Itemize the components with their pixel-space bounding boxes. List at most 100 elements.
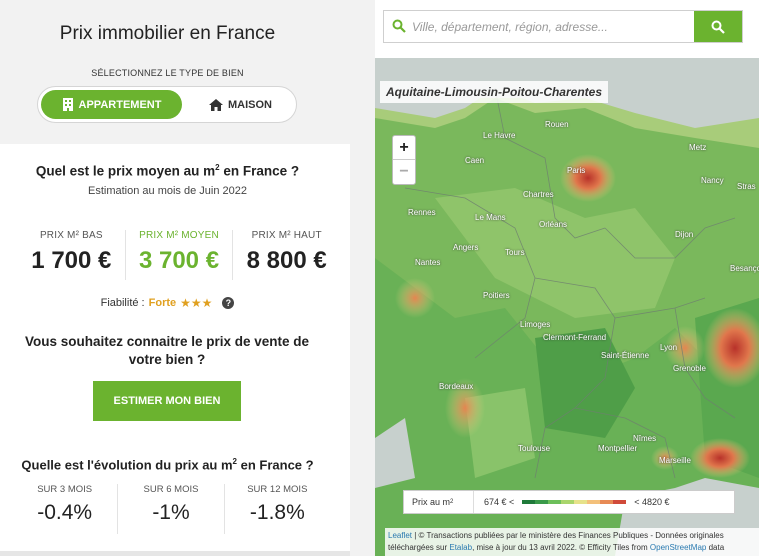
price-high-label: PRIX M² HAUT: [251, 230, 322, 241]
city-label: Metz: [689, 143, 707, 152]
city-label: Orléans: [539, 220, 568, 229]
toggle-appartement[interactable]: APPARTEMENT: [41, 90, 182, 119]
city-label: Nîmes: [633, 434, 657, 443]
price-low-value: 1 700 €: [31, 247, 112, 274]
search-bar: [383, 10, 743, 43]
city-label: Grenoble: [673, 364, 706, 373]
map-heatmap: [375, 58, 759, 556]
price-mid-label: PRIX M² MOYEN: [139, 230, 219, 241]
attribution-text-2: , mise à jour du 13 avril 2022. © Effici…: [472, 543, 650, 552]
evolution-12m: SUR 12 MOIS -1.8%: [223, 484, 330, 534]
price-map[interactable]: Le Havre Rouen Caen Paris Metz Nancy Str…: [375, 58, 759, 556]
city-label: Poitiers: [483, 291, 510, 300]
legend-min: 674 € <: [484, 497, 515, 507]
city-label: Le Mans: [475, 213, 506, 222]
city-label: Limoges: [520, 320, 551, 329]
evolution-12m-value: -1.8%: [249, 501, 305, 524]
evolution-12m-label: SUR 12 MOIS: [247, 484, 308, 495]
evolution-6m: SUR 6 MOIS -1%: [117, 484, 223, 534]
zoom-control: + −: [392, 135, 416, 185]
city-label: Chartres: [523, 190, 554, 199]
price-low: PRIX M² BAS 1 700 €: [18, 230, 125, 280]
house-icon: [209, 98, 223, 111]
star-icons: ★★★: [180, 296, 213, 310]
legend-swatch: [522, 500, 536, 504]
reliability: Fiabilité : Forte ★★★ ?: [0, 296, 335, 310]
question-end: en France ?: [219, 163, 300, 179]
region-label: Aquitaine-Limousin-Poitou-Charentes: [380, 81, 608, 103]
legend-title: Prix au m2: [404, 491, 474, 513]
toggle-maison-label: MAISON: [228, 98, 272, 111]
evolution-6m-label: SUR 6 MOIS: [143, 484, 199, 495]
price-high-value: 8 800 €: [246, 247, 327, 274]
evolution-question-end: en France ?: [237, 457, 314, 473]
evolution-question-text: Quelle est l'évolution du prix au m: [21, 457, 233, 473]
price-mid-value: 3 700 €: [138, 247, 220, 274]
help-icon[interactable]: ?: [222, 297, 235, 309]
map-legend: Prix au m2 674 € < < 4820 €: [403, 490, 735, 514]
price-stats: PRIX M² BAS 1 700 € PRIX M² MOYEN 3 700 …: [18, 230, 340, 280]
city-label: Stras: [737, 182, 756, 191]
city-label: Lyon: [660, 343, 678, 352]
legend-title-text: Prix au m: [412, 497, 451, 507]
left-panel: Prix immobilier en France SÉLECTIONNEZ L…: [0, 0, 350, 556]
average-price-question: Quel est le prix moyen au m2 en France ?: [0, 163, 335, 179]
building-icon: [62, 98, 73, 111]
city-label: Nancy: [701, 176, 724, 185]
legend-swatch: [600, 500, 614, 504]
search-button[interactable]: [694, 11, 742, 42]
city-label: Rennes: [408, 208, 436, 217]
toggle-maison[interactable]: MAISON: [188, 90, 293, 119]
legend-swatch: [561, 500, 575, 504]
attribution-text-3: data: [706, 543, 725, 552]
city-label: Le Havre: [483, 131, 516, 140]
legend-title-sup: 2: [450, 499, 454, 505]
city-label: Saint-Étienne: [601, 351, 650, 360]
city-label: Clermont-Ferrand: [543, 333, 607, 342]
legend-swatch: [535, 500, 549, 504]
city-label: Tours: [505, 248, 525, 257]
evolution-3m-value: -0.4%: [37, 501, 93, 524]
estimate-date: Estimation au mois de Juin 2022: [88, 185, 247, 197]
zoom-out-button[interactable]: −: [393, 160, 415, 184]
evolution-6m-value: -1%: [152, 501, 190, 524]
price-high: PRIX M² HAUT 8 800 €: [232, 230, 340, 280]
leaflet-link[interactable]: Leaflet: [388, 531, 412, 540]
city-label: Montpellier: [598, 444, 638, 453]
type-label: SÉLECTIONNEZ LE TYPE DE BIEN: [91, 68, 244, 78]
search-input[interactable]: [412, 11, 692, 42]
evolution-3m-label: SUR 3 MOIS: [37, 484, 93, 495]
legend-swatch: [613, 500, 627, 504]
city-label: Nantes: [415, 258, 441, 267]
evolution-question: Quelle est l'évolution du prix au m2 en …: [0, 457, 335, 472]
reliability-value: Forte: [148, 297, 177, 309]
legend-swatch: [574, 500, 588, 504]
legend-swatch: [587, 500, 601, 504]
legend-max: < 4820 €: [634, 497, 670, 507]
property-type-toggle: APPARTEMENT MAISON: [37, 86, 297, 123]
bottom-strip: [0, 551, 350, 556]
estimate-button[interactable]: ESTIMER MON BIEN: [93, 381, 241, 421]
city-label: Marseille: [659, 456, 692, 465]
map-attribution: Leaflet | © Transactions publiées par le…: [385, 528, 759, 556]
city-label: Rouen: [545, 120, 569, 129]
city-label: Besançon: [730, 264, 759, 273]
search-icon: [392, 19, 406, 33]
zoom-in-button[interactable]: +: [393, 136, 415, 160]
etalab-link[interactable]: Etalab: [449, 543, 472, 552]
evolution-3m: SUR 3 MOIS -0.4%: [12, 484, 117, 534]
page-title: Prix immobilier en France: [59, 23, 276, 44]
estimate-question: Vous souhaitez connaitre le prix de vent…: [24, 334, 310, 367]
legend-swatch: [548, 500, 562, 504]
city-label: Dijon: [675, 230, 694, 239]
osm-link[interactable]: OpenStreetMap: [650, 543, 706, 552]
city-label: Toulouse: [518, 444, 551, 453]
reliability-label: Fiabilité :: [100, 297, 145, 309]
question-text: Quel est le prix moyen au m: [35, 163, 216, 179]
city-label: Angers: [453, 243, 479, 252]
toggle-appartement-label: APPARTEMENT: [78, 98, 162, 111]
legend-color-scale: [522, 500, 627, 504]
city-label: Paris: [567, 166, 586, 175]
price-card: Quel est le prix moyen au m2 en France ?…: [0, 144, 350, 556]
type-selector-card: Prix immobilier en France SÉLECTIONNEZ L…: [0, 0, 350, 144]
